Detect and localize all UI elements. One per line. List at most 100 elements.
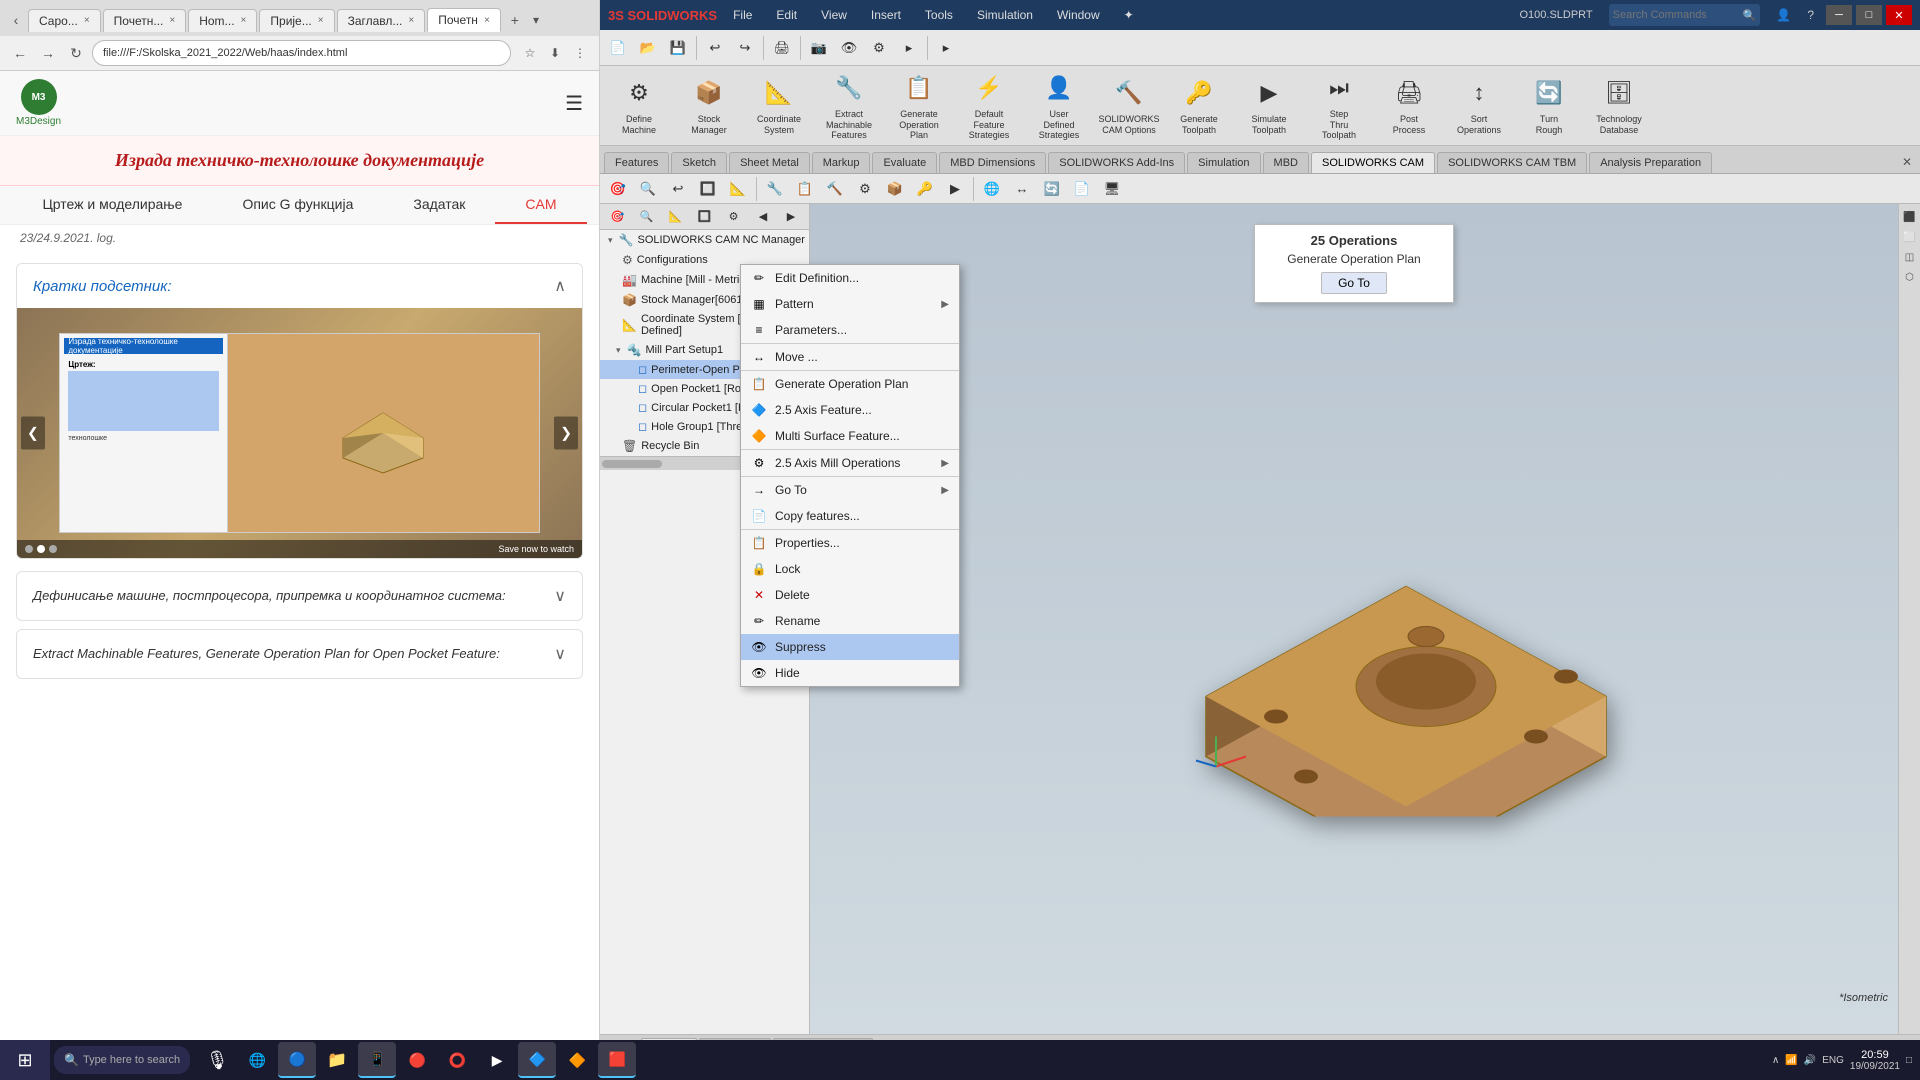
tab-close-icon[interactable]: × (241, 15, 247, 26)
ctx-copy-features[interactable]: 📄 Copy features... (741, 503, 959, 529)
taskbar-btn-viber[interactable]: 📱 (358, 1042, 396, 1078)
sw-menu-window[interactable]: Window (1049, 6, 1108, 24)
sidebar-icon-3[interactable]: ◫ (1901, 248, 1919, 266)
sidebar-icon-1[interactable]: ⬛ (1901, 208, 1919, 226)
ctx-multi-surface[interactable]: 🔶 Multi Surface Feature... (741, 423, 959, 449)
sw-menu-insert[interactable]: Insert (863, 6, 909, 24)
tb-print-btn[interactable]: 🖨 (768, 34, 796, 62)
taskbar-btn-chrome[interactable]: ⭕ (438, 1042, 476, 1078)
browser-tab-6-active[interactable]: Почетн × (427, 8, 501, 32)
browser-tab-2[interactable]: Почетн... × (103, 9, 187, 32)
ctx-25-mill-ops[interactable]: ⚙ 2.5 Axis Mill Operations ▶ (741, 449, 959, 476)
tb-view-btn[interactable]: 👁 (835, 34, 863, 62)
section-extract-features[interactable]: Extract Machinable Features, Generate Op… (16, 629, 583, 679)
browser-tab-5[interactable]: Заглавл... × (337, 9, 426, 32)
sec-tb-17[interactable]: 🖥 (1098, 175, 1126, 203)
sec-tb-12[interactable]: ▶ (941, 175, 969, 203)
sw-menu-simulation[interactable]: Simulation (969, 6, 1041, 24)
taskbar-btn-edge[interactable]: 🔵 (278, 1042, 316, 1078)
forward-btn[interactable]: → (36, 41, 60, 65)
systray-notification[interactable]: □ (1906, 1055, 1912, 1066)
tab-simulation[interactable]: Simulation (1187, 152, 1260, 173)
ctx-suppress[interactable]: 👁 Suppress (741, 634, 959, 660)
tb-open-btn[interactable]: 📂 (634, 34, 662, 62)
tab-sheet-metal[interactable]: Sheet Metal (729, 152, 810, 173)
new-tab-btn[interactable]: + (503, 8, 527, 32)
tab-sketch[interactable]: Sketch (671, 152, 727, 173)
tab-mbd-dimensions[interactable]: MBD Dimensions (939, 152, 1046, 173)
tab-close-icon[interactable]: × (84, 15, 90, 26)
browser-tab-3[interactable]: Hom... × (188, 9, 257, 32)
nav-crtez[interactable]: Цртеж и моделирање (12, 186, 212, 224)
tree-tb-2[interactable]: 🔍 (633, 204, 660, 231)
ctx-properties[interactable]: 📋 Properties... (741, 529, 959, 556)
slideshow-next[interactable]: ❯ (554, 417, 578, 450)
address-input[interactable] (92, 40, 511, 66)
section-toggle-1[interactable]: ∧ (554, 276, 566, 296)
sec-tb-11[interactable]: 🔑 (911, 175, 939, 203)
section-header-1[interactable]: Кратки подсетник: ∧ (17, 264, 582, 308)
tree-tb-3[interactable]: 📐 (662, 204, 689, 231)
ctx-pattern[interactable]: ▦ Pattern ▶ (741, 291, 959, 317)
tb-settings-btn[interactable]: ⚙ (865, 34, 893, 62)
browser-tab-1[interactable]: Саро... × (28, 9, 101, 32)
sw-menu-view[interactable]: View (813, 6, 855, 24)
tb-arrow-btn[interactable]: ▸ (932, 34, 960, 62)
sec-tb-14[interactable]: ↔ (1008, 175, 1036, 203)
tb-undo-btn[interactable]: ↩ (701, 34, 729, 62)
taskbar-btn-app1[interactable]: 🔶 (558, 1042, 596, 1078)
sec-tb-10[interactable]: 📦 (881, 175, 909, 203)
hscroll-thumb[interactable] (602, 460, 662, 468)
tab-close-icon[interactable]: × (484, 15, 490, 26)
tb-camera-btn[interactable]: 📷 (805, 34, 833, 62)
sec-tb-3[interactable]: ↩ (664, 175, 692, 203)
section-machine-def[interactable]: Дефинисање машине, постпроцесора, припре… (16, 571, 583, 621)
tree-nav-right[interactable]: ▶ (777, 204, 805, 231)
tab-sw-addins[interactable]: SOLIDWORKS Add-Ins (1048, 152, 1185, 173)
popup-goto-btn[interactable]: Go To (1321, 272, 1387, 294)
nav-cam[interactable]: CAM (495, 186, 586, 224)
slideshow-prev[interactable]: ❮ (21, 417, 45, 450)
tb-stock-manager[interactable]: 📦 StockManager (674, 70, 744, 142)
sec-tb-7[interactable]: 📋 (791, 175, 819, 203)
ctx-generate-op-plan[interactable]: 📋 Generate Operation Plan (741, 370, 959, 397)
sw-close-btn[interactable]: ✕ (1886, 5, 1912, 25)
tree-tb-1[interactable]: 🎯 (604, 204, 631, 231)
ctx-go-to[interactable]: → Go To ▶ (741, 476, 959, 503)
sec-tb-1[interactable]: 🎯 (604, 175, 632, 203)
win-start-btn[interactable]: ⊞ (0, 1040, 50, 1080)
ctx-25-axis[interactable]: 🔷 2.5 Axis Feature... (741, 397, 959, 423)
tb-save-btn[interactable]: 💾 (664, 34, 692, 62)
tb-new-btn[interactable]: 📄 (604, 34, 632, 62)
close-tab-btn[interactable]: ✕ (1898, 151, 1916, 173)
tb-default-cnc[interactable]: ⚡ DefaultFeatureStrategies (954, 70, 1024, 142)
ctx-move[interactable]: ↔ Move ... (741, 343, 959, 370)
taskbar-btn-explorer[interactable]: 📁 (318, 1042, 356, 1078)
sec-tb-13[interactable]: 🌐 (978, 175, 1006, 203)
sw-3d-viewport[interactable]: 25 Operations Generate Operation Plan Go… (810, 204, 1898, 1034)
tb-step-thru[interactable]: ⏭ StepThruToolpath (1304, 70, 1374, 142)
sec-tb-15[interactable]: 🔄 (1038, 175, 1066, 203)
taskbar-btn-opera[interactable]: 🔴 (398, 1042, 436, 1078)
expand-icon-3[interactable]: ∨ (554, 644, 566, 664)
sidebar-icon-4[interactable]: ⬡ (1901, 268, 1919, 286)
nav-opis[interactable]: Опис G функција (212, 186, 383, 224)
win-search-bar[interactable]: 🔍 Type here to search (54, 1046, 190, 1074)
tab-close-icon[interactable]: × (318, 15, 324, 26)
sec-tb-9[interactable]: ⚙ (851, 175, 879, 203)
sw-menu-file[interactable]: File (725, 6, 760, 24)
tree-tb-4[interactable]: 🔲 (691, 204, 718, 231)
sw-minimize-btn[interactable]: ─ (1826, 5, 1852, 25)
sec-tb-5[interactable]: 📐 (724, 175, 752, 203)
taskbar-btn-solidworks[interactable]: 🔷 (518, 1042, 556, 1078)
expand-icon-2[interactable]: ∨ (554, 586, 566, 606)
sidebar-icon-2[interactable]: ⬜ (1901, 228, 1919, 246)
tb-generate-toolpath[interactable]: 🔑 GenerateToolpath (1164, 70, 1234, 142)
tb-post-process[interactable]: 🖨 PostProcess (1374, 70, 1444, 142)
ctx-hide[interactable]: 👁 Hide (741, 660, 959, 686)
systray-volume[interactable]: 🔊 (1804, 1055, 1816, 1066)
tree-tb-5[interactable]: ⚙ (720, 204, 747, 231)
tab-close-icon[interactable]: × (408, 15, 414, 26)
ctx-rename[interactable]: ✏ Rename (741, 608, 959, 634)
ctx-parameters[interactable]: ≡ Parameters... (741, 317, 959, 343)
